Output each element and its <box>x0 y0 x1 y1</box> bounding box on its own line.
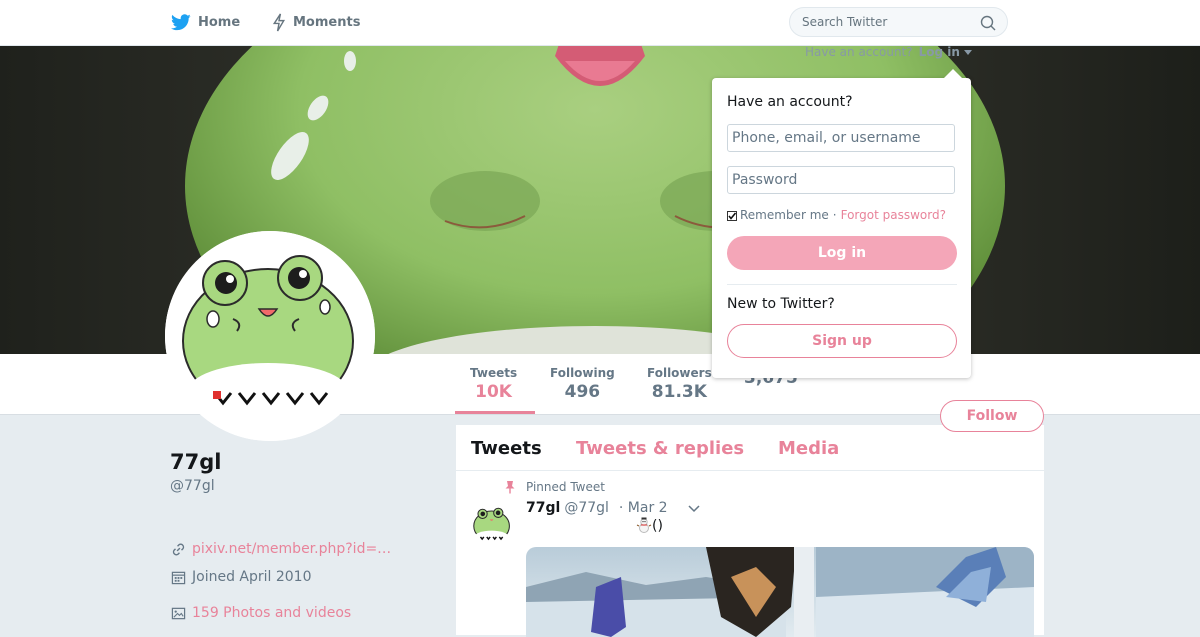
tweet-author-handle[interactable]: @77gl <box>564 500 609 516</box>
tweet-media-image <box>526 547 1034 637</box>
active-stat-underline <box>455 411 535 414</box>
frog-avatar-image <box>165 231 375 441</box>
stat-following-label: Following <box>550 366 615 380</box>
login-dropdown: Have an account? Remember me · Forgot pa… <box>712 69 971 378</box>
remember-row: Remember me · Forgot password? <box>727 208 946 222</box>
tab-tweets-replies[interactable]: Tweets & replies <box>576 438 744 459</box>
tweet-text: () <box>652 518 663 534</box>
lightning-icon <box>272 13 285 32</box>
search-input[interactable] <box>802 14 972 30</box>
tweet-author-name[interactable]: 77gl <box>526 500 560 516</box>
password-field[interactable] <box>727 166 955 194</box>
separator-dot: · <box>832 208 837 222</box>
stat-tweets-label: Tweets <box>470 366 518 380</box>
login-prompt: Have an account? Log in <box>805 45 972 59</box>
nav-moments[interactable]: Moments <box>272 0 360 45</box>
profile-joined-row: Joined April 2010 <box>171 569 312 585</box>
username-field[interactable] <box>727 124 955 152</box>
follow-button[interactable]: Follow <box>940 400 1044 432</box>
profile-joined-date: Joined April 2010 <box>192 569 312 585</box>
timeline: Tweets Tweets & replies Media Pinned Twe… <box>456 425 1044 637</box>
stat-followers-value: 81.3K <box>651 382 707 402</box>
pinned-tweet-label: Pinned Tweet <box>526 480 605 494</box>
profile-website-row: pixiv.net/member.php?id=… <box>171 541 391 557</box>
forgot-password-link[interactable]: Forgot password? <box>841 208 946 222</box>
profile-media-row: 159 Photos and videos <box>171 605 351 621</box>
stat-followers[interactable]: Followers 81.3K <box>647 366 712 402</box>
stat-tweets[interactable]: Tweets 10K <box>470 366 517 402</box>
tab-tweets[interactable]: Tweets <box>471 438 542 459</box>
nav-home-label: Home <box>198 15 241 30</box>
profile-website-link[interactable]: pixiv.net/member.php?id=… <box>192 541 391 557</box>
tweet-header: 77gl @77gl · Mar 2 <box>526 500 668 516</box>
login-prompt-text: Have an account? <box>805 45 913 59</box>
stat-tweets-value: 10K <box>475 382 512 402</box>
remember-label[interactable]: Remember me <box>740 208 829 222</box>
dropdown-divider <box>727 284 957 285</box>
stat-following-value: 496 <box>564 382 601 402</box>
tweet-media[interactable] <box>526 547 1034 637</box>
bird-icon <box>171 14 191 31</box>
profile-handle: @77gl <box>170 478 215 494</box>
top-navigation-bar: Home Moments <box>0 0 1200 46</box>
tweet-text-row: () <box>636 517 663 534</box>
link-icon <box>172 543 185 555</box>
search-box[interactable] <box>789 7 1008 37</box>
profile-media-link[interactable]: 159 Photos and videos <box>192 605 351 621</box>
profile-avatar[interactable] <box>165 231 375 441</box>
stat-following[interactable]: Following 496 <box>550 366 615 402</box>
snowman-emoji-icon <box>636 517 652 533</box>
login-prompt-link[interactable]: Log in <box>919 45 960 59</box>
frog-avatar-small <box>470 503 514 547</box>
tab-media[interactable]: Media <box>778 438 839 459</box>
login-button[interactable]: Log in <box>727 236 957 270</box>
tweet-date[interactable]: · Mar 2 <box>619 500 668 516</box>
caret-down-icon[interactable] <box>963 50 972 55</box>
tweet-avatar[interactable] <box>470 503 514 547</box>
search-icon[interactable] <box>980 15 996 31</box>
nav-moments-label: Moments <box>293 15 361 30</box>
remember-checkbox[interactable] <box>727 211 737 221</box>
profile-name: 77gl <box>170 450 222 474</box>
nav-home[interactable]: Home <box>171 0 240 45</box>
photo-icon <box>171 607 186 619</box>
signup-button[interactable]: Sign up <box>727 324 957 358</box>
stat-followers-label: Followers <box>647 366 712 380</box>
calendar-icon <box>171 571 186 584</box>
pin-icon <box>505 481 515 494</box>
chevron-down-icon[interactable] <box>688 505 700 513</box>
new-to-twitter-label: New to Twitter? <box>727 296 835 312</box>
login-dropdown-title: Have an account? <box>727 94 853 110</box>
